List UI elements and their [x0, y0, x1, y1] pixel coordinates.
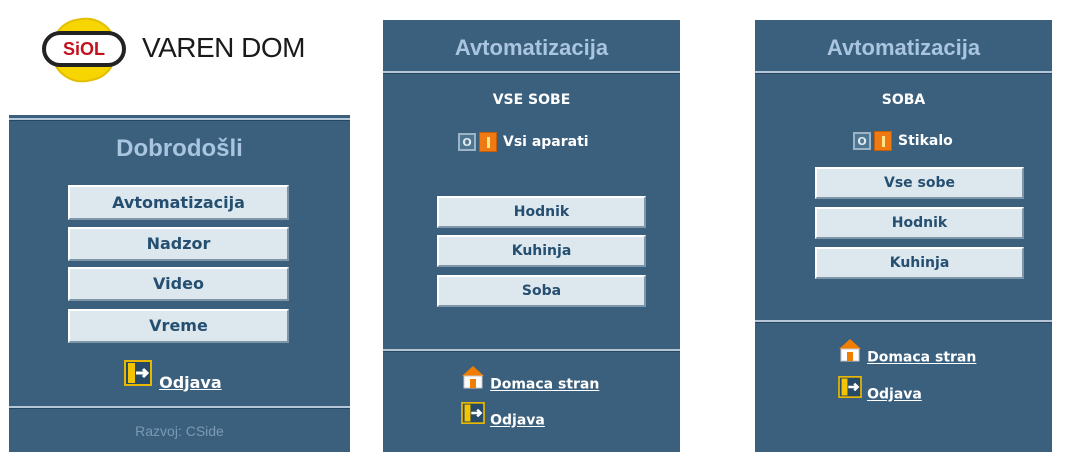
- logout-link-label[interactable]: Odjava: [490, 413, 545, 429]
- automation-all-panel: Avtomatizacija VSE SOBE O Vsi aparati Ho…: [383, 20, 680, 452]
- on-switch[interactable]: [874, 131, 892, 151]
- home-link-label[interactable]: Domaca stran: [867, 350, 976, 366]
- menu-button-vreme[interactable]: Vreme: [68, 309, 289, 343]
- divider: [383, 71, 680, 74]
- siol-badge-text: SiOL: [62, 39, 105, 59]
- home-house-icon: [839, 339, 861, 362]
- divider: [9, 118, 350, 121]
- logout-link[interactable]: Odjava: [838, 376, 922, 403]
- logout-link[interactable]: Odjava: [124, 360, 222, 392]
- toggle-label: Vsi aparati: [503, 134, 589, 150]
- automation-title: Avtomatizacija: [454, 35, 609, 60]
- divider: [755, 71, 1052, 74]
- app-name: VAREN DOM: [142, 32, 306, 63]
- home-link[interactable]: Domaca stran: [838, 338, 976, 366]
- room-button-hodnik[interactable]: Hodnik: [437, 196, 646, 228]
- off-switch[interactable]: O: [458, 133, 476, 151]
- room-button-vse-sobe[interactable]: Vse sobe: [815, 167, 1024, 199]
- divider: [9, 406, 350, 409]
- home-house-icon: [462, 366, 484, 389]
- power-on-icon: [486, 136, 490, 148]
- logout-door-icon: [124, 360, 152, 386]
- logout-door-icon: [461, 402, 485, 424]
- home-link-label[interactable]: Domaca stran: [490, 377, 599, 393]
- room-button-hodnik[interactable]: Hodnik: [815, 207, 1024, 239]
- logout-link[interactable]: Odjava: [461, 402, 545, 429]
- logout-link-label[interactable]: Odjava: [159, 373, 222, 392]
- section-label: SOBA: [881, 92, 926, 108]
- menu-button-video[interactable]: Video: [68, 267, 289, 301]
- off-switch[interactable]: O: [853, 132, 871, 150]
- room-button-kuhinja[interactable]: Kuhinja: [815, 247, 1024, 279]
- siol-logo: SiOL: [38, 17, 130, 83]
- divider: [755, 320, 1052, 323]
- automation-room-panel: Avtomatizacija SOBA O Stikalo Vse sobe H…: [755, 20, 1052, 452]
- menu-button-nadzor[interactable]: Nadzor: [68, 227, 289, 261]
- welcome-panel: Dobrodošli Avtomatizacija Nadzor Video V…: [9, 115, 350, 452]
- on-switch[interactable]: [479, 132, 497, 152]
- room-button-kuhinja[interactable]: Kuhinja: [437, 235, 646, 267]
- home-link[interactable]: Domaca stran: [461, 365, 599, 393]
- footer-credit: Razvoj: CSide: [135, 423, 224, 439]
- menu-button-avtomatizacija[interactable]: Avtomatizacija: [68, 185, 289, 220]
- logout-door-icon: [838, 376, 862, 398]
- logout-link-label[interactable]: Odjava: [867, 387, 922, 403]
- welcome-title: Dobrodošli: [116, 135, 243, 162]
- section-label: VSE SOBE: [492, 92, 571, 108]
- room-button-soba[interactable]: Soba: [437, 275, 646, 307]
- switch-toggle[interactable]: O Stikalo: [853, 131, 953, 151]
- power-on-icon: [881, 135, 885, 147]
- toggle-label: Stikalo: [898, 133, 953, 149]
- all-devices-toggle[interactable]: O Vsi aparati: [458, 132, 589, 152]
- divider: [383, 349, 680, 352]
- automation-title: Avtomatizacija: [826, 35, 981, 60]
